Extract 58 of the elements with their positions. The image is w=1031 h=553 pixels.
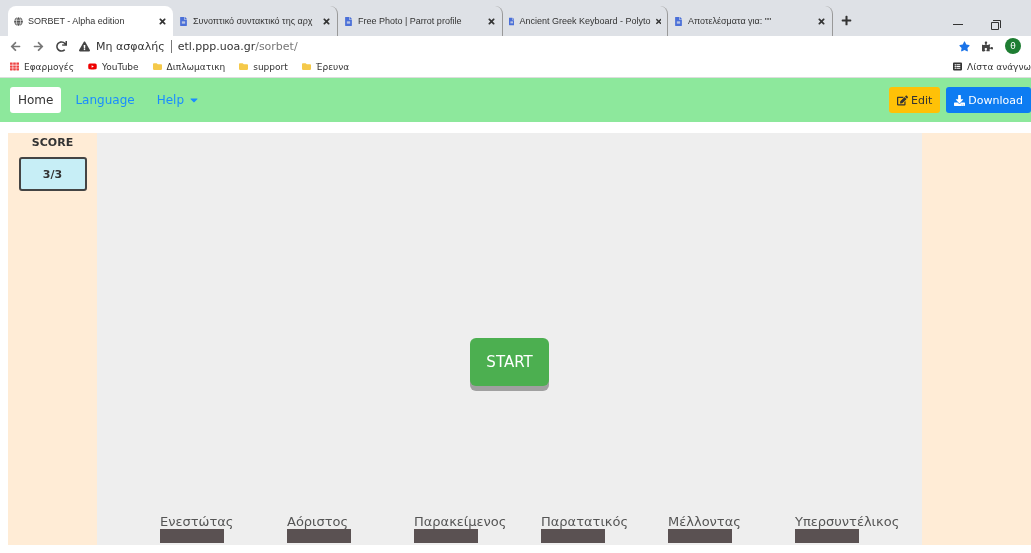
close-icon[interactable] xyxy=(158,16,167,26)
tab-title: SORBET - Alpha edition xyxy=(28,16,126,26)
tense-label: Παρακείμενος xyxy=(414,514,508,529)
forward-icon[interactable] xyxy=(33,40,44,52)
folder-icon xyxy=(301,62,311,71)
tab-title: Free Photo | Parrot profile xyxy=(358,16,463,26)
download-icon xyxy=(954,94,966,106)
tense-label: Μέλλοντας xyxy=(668,514,742,529)
browser-tab[interactable]: Ancient Greek Keyboard - Polyto xyxy=(503,6,668,36)
warning-icon xyxy=(79,40,90,52)
score-value: 3/3 xyxy=(18,157,87,191)
score-title: SCORE xyxy=(31,136,74,149)
reading-list[interactable]: Λίστα ανάγνω xyxy=(953,61,1031,72)
bookmark[interactable]: Εφαρμογές xyxy=(10,61,74,72)
play-icon xyxy=(88,62,97,71)
page-icon xyxy=(179,16,188,26)
browser-tab[interactable]: Συνοπτικό συντακτικό της αρχ xyxy=(173,6,338,36)
edit-icon xyxy=(897,94,908,106)
new-tab-icon[interactable] xyxy=(841,15,852,26)
tense-label: Αόριστος xyxy=(287,514,350,529)
puzzle-icon[interactable] xyxy=(982,40,993,52)
folder-icon xyxy=(152,62,162,71)
tense-label: Υπερσυντέλικος xyxy=(795,514,901,529)
bookmark[interactable]: YouTube xyxy=(88,61,139,72)
page-icon xyxy=(344,16,353,26)
page-icon xyxy=(674,16,683,26)
close-icon[interactable] xyxy=(487,16,496,26)
close-icon[interactable] xyxy=(817,16,826,26)
tab-title: Συνοπτικό συντακτικό της αρχ xyxy=(193,16,314,26)
address-bar[interactable]: Μη ασφαλής etl.ppp.uoa.gr/sorbet/ xyxy=(79,39,947,53)
page-icon xyxy=(509,16,515,26)
browser-tab[interactable]: Αποτελέσματα για: "" xyxy=(668,6,833,36)
tab-title: Ancient Greek Keyboard - Polyto xyxy=(519,16,651,26)
tab-title: Αποτελέσματα για: "" xyxy=(688,16,773,26)
edit-button[interactable]: Edit xyxy=(889,87,941,113)
tense-label: Παρατατικός xyxy=(541,514,630,529)
apps-icon xyxy=(10,62,19,71)
url-text: etl.ppp.uoa.gr/sorbet/ xyxy=(177,39,298,53)
profile-avatar[interactable]: θ xyxy=(1005,38,1021,54)
bookmark[interactable]: Έρευνα xyxy=(301,61,350,72)
browser-tab[interactable]: Free Photo | Parrot profile xyxy=(338,6,503,36)
close-icon[interactable] xyxy=(322,16,331,26)
tense-label: Ενεστώτας xyxy=(160,514,235,529)
globe-icon xyxy=(14,16,23,26)
list-icon xyxy=(953,62,963,71)
security-label: Μη ασφαλής xyxy=(96,39,172,53)
restore-icon[interactable] xyxy=(991,20,1001,30)
download-button[interactable]: Download xyxy=(946,87,1031,113)
bookmark[interactable]: support xyxy=(239,61,288,72)
browser-tab[interactable]: SORBET - Alpha edition xyxy=(8,6,173,36)
star-icon[interactable] xyxy=(959,40,970,52)
minimize-icon[interactable] xyxy=(953,24,963,26)
back-icon[interactable] xyxy=(10,40,21,52)
reload-icon[interactable] xyxy=(56,40,67,52)
folder-icon xyxy=(239,62,249,71)
nav-link[interactable]: Home xyxy=(10,87,62,113)
close-icon[interactable] xyxy=(655,16,661,26)
bookmark[interactable]: Διπλωματικη xyxy=(152,61,226,72)
